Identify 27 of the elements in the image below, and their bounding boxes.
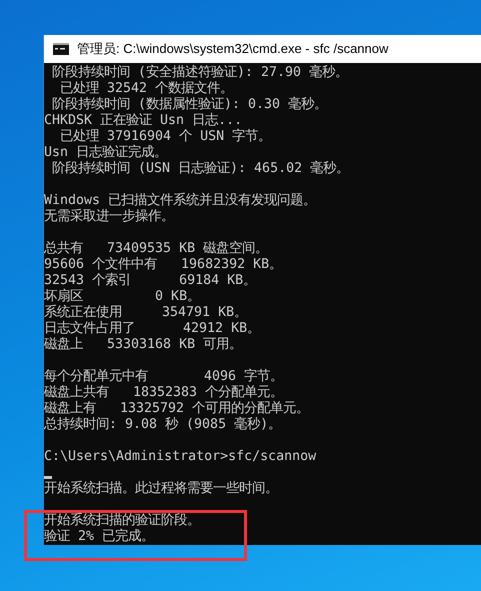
console-line: 磁盘上共有 18352383 个分配单元。: [44, 385, 284, 400]
console-line: 磁盘上有 13325792 个可用的分配单元。: [44, 401, 310, 416]
console-line: 95606 个文件中有 19682392 KB。: [44, 257, 284, 272]
console-line: C:\Users\Administrator>sfc/scannow: [44, 449, 318, 465]
console-line: Windows 已扫描文件系统并且没有发现问题。: [44, 193, 318, 208]
console-line: CHKDSK 正在验证 Usn 日志...: [44, 113, 244, 128]
console-line: 已处理 37916904 个 USN 字节。: [59, 129, 272, 144]
console-line: 验证 2% 已完成。: [44, 529, 156, 545]
window-title: 管理员: C:\windows\system32\cmd.exe - sfc /scannow: [77, 40, 388, 58]
console-line: 阶段持续时间 (安全描述符验证): 27.90 毫秒。: [51, 65, 350, 80]
console-line: 每个分配单元中有 4096 字节。: [44, 369, 284, 384]
console-line: 总持续时间: 9.08 秒 (9085 毫秒)。: [44, 417, 282, 433]
console-line: 阶段持续时间 (数据属性验证): 0.30 毫秒。: [51, 97, 328, 112]
console-line: 坏扇区 0 KB。: [44, 289, 202, 304]
console-line: 开始系统扫描的验证阶段。: [44, 513, 201, 528]
console-line: 阶段持续时间 (USN 日志验证): 465.02 毫秒。: [51, 161, 350, 177]
console-line: 32543 个索引 69184 KB。: [44, 273, 258, 288]
console-line: 开始系统扫描。此过程将需要一些时间。: [44, 481, 279, 497]
console-line: 日志文件占用了 42912 KB。: [44, 321, 262, 336]
text-cursor: [44, 476, 52, 479]
console-line: 系统正在使用 354791 KB。: [44, 305, 248, 320]
console-line: 总共有 73409535 KB 磁盘空间。: [44, 241, 270, 256]
console-line: Usn 日志验证完成。: [44, 145, 168, 161]
console-line: 已处理 32542 个数据文件。: [59, 81, 234, 97]
console-line: 无需采取进一步操作。: [44, 209, 175, 225]
console-icon: [53, 43, 69, 55]
console-line: 磁盘上 53303168 KB 可用。: [44, 337, 244, 353]
